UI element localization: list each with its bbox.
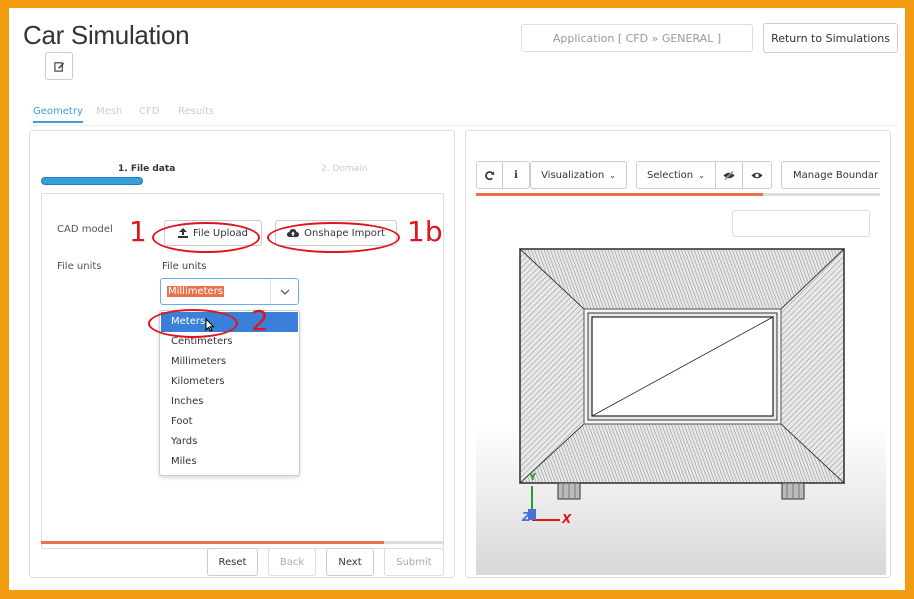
- visualization-label: Visualization: [541, 169, 605, 181]
- back-button[interactable]: Back: [268, 548, 316, 576]
- viewer-progress-bar: [476, 193, 880, 196]
- geometry-form-panel: 1. File data 2. Domain CAD model File Up…: [29, 130, 455, 578]
- selection-label: Selection: [647, 169, 694, 181]
- annotation-step-1b: 1b: [407, 215, 443, 248]
- eye-icon: [751, 172, 763, 178]
- file-units-field-label: File units: [162, 261, 207, 272]
- tab-mesh[interactable]: Mesh: [96, 106, 122, 117]
- submit-button[interactable]: Submit: [384, 548, 444, 576]
- cad-model-label: CAD model: [57, 224, 113, 235]
- 3d-viewport[interactable]: Y X Z: [476, 239, 886, 575]
- chevron-down-icon: ⌄: [609, 170, 616, 180]
- eye-slash-icon: [723, 170, 735, 180]
- unit-option-kilometers[interactable]: Kilometers: [161, 372, 298, 392]
- selection-dropdown[interactable]: Selection ⌄: [637, 162, 716, 188]
- page-title: Car Simulation: [23, 20, 190, 50]
- unit-option-yards[interactable]: Yards: [161, 432, 298, 452]
- manage-boundaries-label: Manage Boundar: [793, 169, 879, 181]
- unit-option-inches[interactable]: Inches: [161, 392, 298, 412]
- refresh-icon: [485, 170, 495, 180]
- axis-z-label: Z: [522, 510, 531, 524]
- workflow-tabs: Geometry Mesh CFD Results: [29, 102, 897, 126]
- tab-cfd[interactable]: CFD: [139, 106, 159, 117]
- step-progress-bar: [41, 177, 143, 185]
- file-units-label: File units: [57, 261, 102, 272]
- tab-results[interactable]: Results: [178, 106, 214, 117]
- car-mesh-render: [518, 248, 846, 521]
- edit-icon: [53, 61, 64, 72]
- application-label: Application [ CFD » GENERAL ]: [521, 24, 753, 52]
- step-domain[interactable]: 2. Domain: [321, 164, 367, 174]
- viewer-tools-group: i: [476, 161, 530, 189]
- annotation-step-2: 2: [251, 304, 269, 337]
- reset-button[interactable]: Reset: [207, 548, 258, 576]
- file-units-select[interactable]: Millimeters: [160, 278, 299, 305]
- step-file-data[interactable]: 1. File data: [118, 164, 175, 174]
- annotation-circle-onshape-import: [267, 222, 400, 253]
- refresh-button[interactable]: [477, 162, 504, 188]
- info-icon[interactable]: i: [503, 162, 529, 188]
- annotation-step-1: 1: [129, 215, 147, 248]
- chevron-down-icon[interactable]: [270, 279, 298, 304]
- axis-y-label: Y: [529, 472, 537, 483]
- show-button[interactable]: [743, 162, 771, 188]
- file-units-selected-value: Millimeters: [167, 286, 225, 297]
- manage-boundaries-button[interactable]: Manage Boundar: [781, 161, 880, 189]
- tab-geometry[interactable]: Geometry: [33, 106, 83, 123]
- visualization-dropdown[interactable]: Visualization ⌄: [530, 161, 627, 189]
- geometry-viewer-panel: i Visualization ⌄ Selection ⌄ Manage Bou…: [465, 130, 891, 578]
- hide-button[interactable]: [716, 162, 744, 188]
- chevron-down-icon: ⌄: [698, 170, 705, 180]
- selection-group: Selection ⌄: [636, 161, 772, 189]
- screenshot-frame: Car Simulation Application [ CFD » GENER…: [6, 5, 908, 593]
- annotation-circle-file-upload: [152, 222, 260, 253]
- unit-option-miles[interactable]: Miles: [161, 452, 298, 472]
- unit-option-foot[interactable]: Foot: [161, 412, 298, 432]
- edit-title-button[interactable]: [45, 52, 73, 80]
- unit-option-millimeters[interactable]: Millimeters: [161, 352, 298, 372]
- next-button[interactable]: Next: [326, 548, 374, 576]
- form-progress-bar: [41, 541, 444, 544]
- return-to-simulations-button[interactable]: Return to Simulations: [763, 23, 898, 53]
- viewer-search-input[interactable]: [732, 210, 870, 237]
- annotation-circle-meters: [148, 309, 238, 338]
- axis-x-label: X: [562, 512, 572, 526]
